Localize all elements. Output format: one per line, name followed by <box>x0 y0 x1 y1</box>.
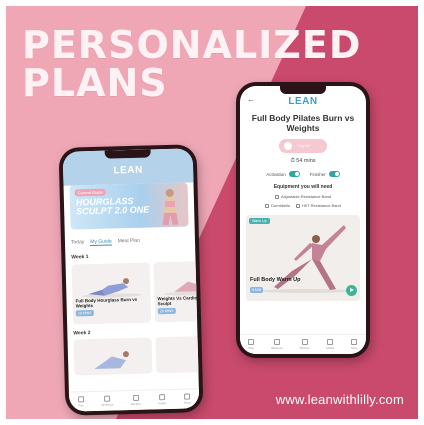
video-badge: 5 MIN <box>250 287 264 293</box>
phone-right: ← LEAN Full Body Pilates Burn vs Weights… <box>236 82 370 358</box>
phone-left: LEAN Current Guide HOURGLASS SCULPT 2.0 … <box>58 144 204 416</box>
nav-recipes[interactable]: Recipes <box>300 339 310 350</box>
nav-label: Workouts <box>271 346 283 350</box>
nav-shop[interactable]: Shop <box>183 393 191 405</box>
home-icon <box>248 339 255 345</box>
equipment-label: Adjustable Resistance Band <box>280 194 332 199</box>
play-icon <box>284 142 292 150</box>
notch <box>280 86 326 94</box>
nav-label: Recipes <box>299 346 310 350</box>
tab-today[interactable]: Today <box>71 239 85 246</box>
nav-habits[interactable]: Habits <box>326 339 334 350</box>
nav-label: Workouts <box>101 402 114 407</box>
nav-label: Plan <box>248 346 255 350</box>
workout-card-image <box>94 351 129 369</box>
nav-recipes[interactable]: Recipes <box>130 394 141 407</box>
nav-label: Habits <box>326 346 335 350</box>
workout-card[interactable]: Weights Vs Cardio Hourglass Sculpt 20 MI… <box>153 260 200 323</box>
play-all-label: Play All <box>297 143 311 148</box>
band-icon <box>274 194 279 199</box>
workout-card-badge: 20 MINS <box>157 307 176 315</box>
headline-line-1: PERSONALIZED <box>22 23 362 67</box>
website-url: www.leanwithlilly.com <box>275 392 404 407</box>
workout-card[interactable]: Full Body Hourglass Burn vs Weights 20 M… <box>71 262 152 325</box>
exercise-video-card[interactable]: Warm Up Full Body Warm Up 5 MIN <box>246 215 360 301</box>
nav-label: Shop <box>351 346 358 350</box>
nav-plan[interactable]: Plan <box>77 396 84 408</box>
recipe-icon <box>301 339 308 345</box>
activation-toggle[interactable]: Activation <box>266 171 300 177</box>
workout-card-badge: 20 MINS <box>75 309 94 317</box>
shop-icon <box>183 393 191 400</box>
dumbbell-icon <box>265 203 270 208</box>
section-toggles: Activation Finisher <box>240 171 366 177</box>
dumbbell-icon <box>104 395 111 402</box>
workout-card[interactable] <box>73 337 153 376</box>
phone-left-screen: LEAN Current Guide HOURGLASS SCULPT 2.0 … <box>62 148 200 412</box>
workout-duration: ⏱ 54 mins <box>290 158 316 164</box>
equipment-item: Dumbbells <box>265 203 290 208</box>
toggle-switch[interactable] <box>328 171 340 177</box>
recipe-icon <box>132 394 139 401</box>
play-all-button[interactable]: Play All <box>279 139 327 153</box>
nav-label: Recipes <box>130 401 141 407</box>
video-label: Full Body Warm Up <box>250 277 301 283</box>
nav-label: Plan <box>78 403 84 408</box>
equipment-row: Dumbbells HIIT Resistance Band <box>240 203 366 208</box>
habits-icon <box>327 339 334 345</box>
habits-icon <box>159 394 166 401</box>
toggle-label: Activation <box>266 171 286 177</box>
equipment-heading: Equipment you will need <box>273 184 333 190</box>
workout-title: Full Body Pilates Burn vs Weights <box>251 113 355 133</box>
toggle-label: Finisher <box>309 171 326 177</box>
finisher-toggle[interactable]: Finisher <box>310 171 340 177</box>
nav-workouts[interactable]: Workouts <box>101 395 114 407</box>
play-icon[interactable] <box>346 285 357 296</box>
toggle-switch[interactable] <box>288 171 300 177</box>
nav-workouts[interactable]: Workouts <box>271 339 283 350</box>
notch <box>104 149 151 159</box>
equipment-item: Adjustable Resistance Band <box>274 194 332 199</box>
current-guide-banner[interactable]: Current Guide HOURGLASS SCULPT 2.0 ONE <box>69 182 189 230</box>
workout-card-title: Full Body Hourglass Burn vs Weights <box>75 296 138 309</box>
duration-value: 54 mins <box>296 158 316 164</box>
week-2-cards <box>68 335 200 376</box>
workout-card-image <box>81 278 142 298</box>
week-1-cards: Full Body Hourglass Burn vs Weights 20 M… <box>66 260 200 325</box>
promo-canvas: PERSONALIZED PLANS LEAN Current Guide HO… <box>6 6 418 419</box>
band-icon <box>296 203 301 208</box>
nav-label: Habits <box>158 401 167 406</box>
equipment-label: Dumbbells <box>271 203 291 208</box>
equipment-row: Adjustable Resistance Band <box>240 194 366 199</box>
equipment-item: HIIT Resistance Band <box>296 203 341 208</box>
tab-my-guide[interactable]: My Guide <box>90 238 112 247</box>
phone-right-screen: ← LEAN Full Body Pilates Burn vs Weights… <box>240 86 366 354</box>
workout-card[interactable] <box>155 335 200 374</box>
banner-person-image <box>162 188 179 226</box>
banner-tag: Current Guide <box>74 188 106 197</box>
dumbbell-icon <box>273 339 280 345</box>
shop-icon <box>351 339 358 345</box>
home-icon <box>77 396 84 403</box>
workout-card-title: Weights Vs Cardio Hourglass Sculpt <box>157 295 199 307</box>
bottom-nav: Plan Workouts Recipes Habits Shop <box>240 334 366 354</box>
equipment-label: HIIT Resistance Band <box>302 203 341 208</box>
nav-habits[interactable]: Habits <box>158 394 166 405</box>
tab-meal-plan[interactable]: Meal Plan <box>118 238 140 246</box>
bottom-nav: Plan Workouts Recipes Habits Shop <box>68 388 200 412</box>
nav-shop[interactable]: Shop <box>351 339 358 350</box>
nav-plan[interactable]: Plan <box>248 339 255 350</box>
workout-card-image <box>163 281 200 296</box>
nav-label: Shop <box>183 400 191 405</box>
banner-title: HOURGLASS SCULPT 2.0 ONE <box>75 195 150 217</box>
app-logo: LEAN <box>113 164 143 177</box>
app-logo: LEAN <box>288 96 318 107</box>
